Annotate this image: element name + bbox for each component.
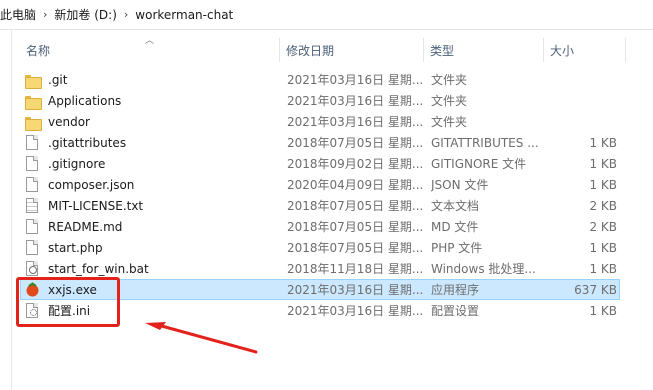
annotation-arrow [145, 322, 258, 354]
